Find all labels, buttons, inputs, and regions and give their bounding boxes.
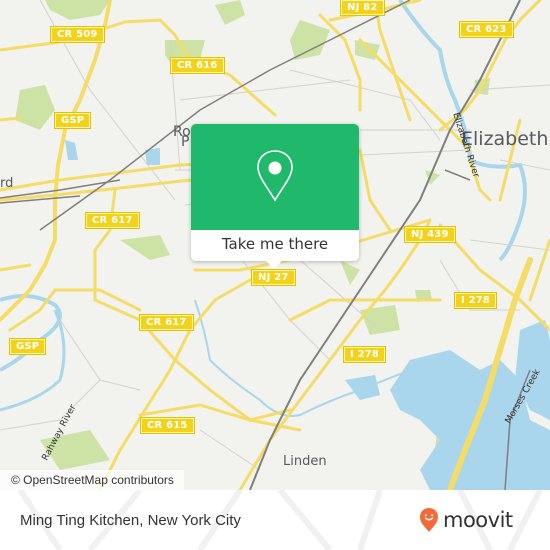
road-shield-cr-623: CR 623 [459,21,514,38]
place-label-elizabeth: Elizabeth [461,128,549,150]
take-me-there-button[interactable]: Take me there [191,230,359,261]
road-shield-i-278: I 278 [342,346,387,363]
moovit-pin-icon [420,508,438,532]
location-popup: Take me there [191,124,359,269]
place-label-linden: Linden [283,454,327,469]
popup-pointer [265,260,283,269]
road-shield-cr-509: CR 509 [50,26,105,43]
road-shield-nj-27: NJ 27 [251,269,296,286]
location-pin-icon [257,150,293,202]
moovit-logo[interactable]: moovit [419,507,513,533]
road-shield-cr-617: CR 617 [85,212,140,229]
place-label-cranford: rd [0,176,14,191]
road-shield-cr-615: CR 615 [140,417,195,434]
road-shield-gsp: GSP [53,112,92,129]
road-shield-cr-616: CR 616 [170,57,225,74]
place-title: Ming Ting Kitchen, New York City [20,512,241,529]
road-shield-cr-617: CR 617 [139,314,194,331]
moovit-wordmark: moovit [443,508,513,532]
popup-header [191,124,359,230]
road-shield-gsp: GSP [8,338,47,355]
place-label-roselle-park: P [181,134,190,150]
road-shield-nj-439: NJ 439 [404,226,456,243]
footer: Ming Ting Kitchen, New York City moovit [0,490,550,550]
road-shield-nj-82: NJ 82 [340,0,385,16]
map[interactable]: CR 509 CR 616 GSP CR 617 NJ 82 CR 623 NJ… [0,0,550,490]
road-shield-i-278: I 278 [453,292,498,309]
map-attribution[interactable]: © OpenStreetMap contributors [0,470,184,490]
